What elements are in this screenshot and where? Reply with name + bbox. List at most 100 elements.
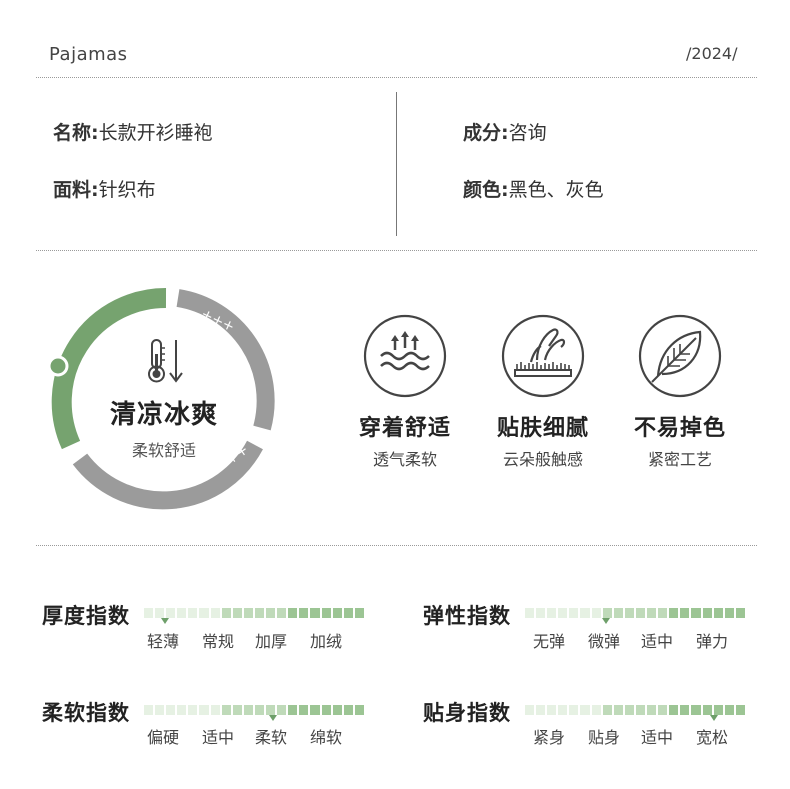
index-bar-segment	[177, 608, 187, 618]
index-bar-segment	[266, 705, 276, 715]
ring-title: 清凉冰爽	[109, 400, 218, 430]
index-bar	[144, 705, 364, 715]
index-bar-segment	[558, 608, 568, 618]
index-bar-segment	[188, 705, 198, 715]
index-bar-segment	[680, 608, 690, 618]
index-level-label: 绵软	[310, 728, 343, 747]
index-bar-segment	[624, 608, 634, 618]
index-marker-icon	[710, 715, 718, 721]
index-bar-segment	[591, 705, 601, 715]
index-bar-segment	[199, 705, 209, 715]
index-level-label: 加绒	[310, 632, 343, 651]
index-bar-segment	[680, 705, 690, 715]
index-level-label: 紧身	[533, 728, 566, 747]
index-bar-segment	[536, 608, 546, 618]
thermometer-down-icon	[148, 339, 183, 383]
index-bar-segment	[254, 705, 265, 715]
feature-skin: 贴肤细腻 云朵般触感	[479, 314, 607, 470]
index-bar-segment	[299, 608, 309, 618]
index-bar-segment	[547, 705, 557, 715]
index-bar-segment	[647, 705, 657, 715]
index-bar-segment	[602, 608, 612, 618]
index-bar-segment	[288, 705, 298, 715]
index-bar-segment	[647, 608, 657, 618]
index-bar-segment	[277, 705, 287, 715]
index-bar	[144, 608, 364, 618]
index-bar-segment	[547, 608, 557, 618]
index-bar-segment	[669, 608, 679, 618]
fabric-label: 面料:	[53, 179, 99, 201]
index-bar-segment	[702, 608, 712, 618]
index-bar-segment	[243, 705, 253, 715]
composition-label: 成分:	[463, 122, 509, 144]
divider-bottom	[36, 545, 757, 546]
index-bar	[525, 705, 745, 715]
index-bar-segment	[602, 705, 612, 715]
index-bar-segment	[277, 608, 287, 618]
feature-subtitle: 紧密工艺	[647, 450, 712, 469]
breathable-waves-icon	[363, 314, 447, 398]
ring-dot	[47, 355, 69, 377]
index-bar-segment	[569, 705, 579, 715]
index-bar-segment	[188, 608, 198, 618]
index-title-softness: 柔软指数	[42, 701, 130, 725]
index-bar-segment	[558, 705, 568, 715]
index-bar-segment	[580, 608, 590, 618]
index-marker-icon	[602, 618, 610, 624]
info-name: 名称:长款开衫睡袍	[53, 118, 213, 145]
index-bar-segment	[310, 608, 320, 618]
index-bar-segment	[580, 705, 590, 715]
hand-touch-icon	[501, 314, 585, 398]
index-bar-segment	[221, 608, 231, 618]
index-level-label: 微弹	[588, 632, 621, 651]
index-bar-segment	[354, 705, 364, 715]
index-bar-segment	[221, 705, 231, 715]
divider-middle	[36, 250, 757, 251]
index-bar-segment	[724, 608, 734, 618]
index-level-label: 适中	[641, 632, 674, 651]
feature-title: 贴肤细腻	[496, 416, 589, 441]
index-bar-segment	[166, 608, 176, 618]
index-bar-segment	[658, 705, 668, 715]
index-bar-segment	[144, 608, 154, 618]
feature-subtitle: 云朵般触感	[502, 450, 583, 469]
index-bar-segment	[210, 705, 220, 715]
index-marker-icon	[161, 618, 169, 624]
index-bar-segment	[591, 608, 601, 618]
index-bar-segment	[232, 608, 242, 618]
index-bar-segment	[166, 705, 176, 715]
index-bar-segment	[232, 705, 242, 715]
info-fabric: 面料:针织布	[53, 175, 156, 202]
index-bar-segment	[702, 705, 712, 715]
brand-title: Pajamas	[49, 44, 128, 65]
index-level-label: 加厚	[255, 632, 288, 651]
index-bar-segment	[155, 608, 165, 618]
index-level-label: 贴身	[588, 728, 621, 747]
index-bar-segment	[669, 705, 679, 715]
index-bar-segment	[177, 705, 187, 715]
index-bar-segment	[354, 608, 364, 618]
index-bar-segment	[536, 705, 546, 715]
index-bar-segment	[210, 608, 220, 618]
index-level-label: 无弹	[533, 632, 566, 651]
index-bar-segment	[735, 608, 745, 618]
composition-value: 咨询	[508, 122, 547, 144]
info-composition: 成分:咨询	[463, 118, 547, 145]
fabric-value: 针织布	[98, 179, 156, 201]
index-bar-segment	[635, 608, 646, 618]
index-level-label: 适中	[202, 728, 235, 747]
index-bar-segment	[525, 608, 535, 618]
index-bar-segment	[613, 608, 623, 618]
index-title-thickness: 厚度指数	[42, 604, 130, 628]
index-bar-segment	[310, 705, 320, 715]
index-level-label: 常规	[202, 632, 235, 651]
index-bar-segment	[735, 705, 745, 715]
divider-top	[36, 77, 757, 78]
index-bar-segment	[332, 608, 342, 618]
info-color: 颜色:黑色、灰色	[463, 175, 604, 202]
info-divider	[396, 92, 397, 236]
index-bar-segment	[691, 608, 701, 618]
index-level-label: 轻薄	[147, 632, 180, 651]
index-bar	[525, 608, 745, 618]
index-bar-segment	[343, 705, 353, 715]
